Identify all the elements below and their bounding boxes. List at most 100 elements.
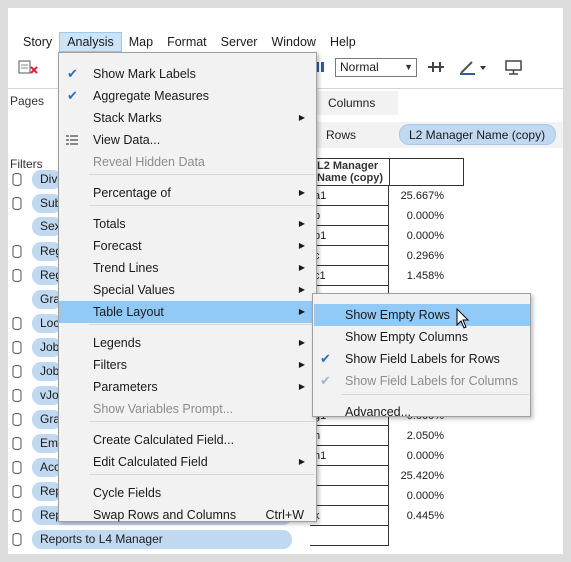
- submenu-arrow-icon: ▶: [298, 457, 305, 466]
- menu-item-label: Create Calculated Field...: [93, 433, 235, 447]
- menu-item-label: View Data...: [93, 133, 161, 147]
- menu-item-label: Filters: [93, 358, 128, 372]
- table-row: b 0.000%: [310, 206, 464, 226]
- pages-label: Pages: [10, 94, 45, 108]
- value-cell: [390, 526, 448, 546]
- database-icon: [12, 485, 22, 498]
- submenu-item-show-field-labels-for-rows[interactable]: ✔ Show Field Labels for Rows: [314, 348, 530, 370]
- database-icon: [12, 365, 22, 378]
- row-header-cell[interactable]: h1: [310, 446, 389, 466]
- row-header-cell[interactable]: b: [310, 206, 389, 226]
- checkmark-icon: ✔: [67, 66, 78, 81]
- menu-story[interactable]: Story: [8, 32, 59, 52]
- submenu-item-label: Show Empty Rows: [345, 308, 450, 322]
- menu-separator: [341, 394, 529, 395]
- filter-item[interactable]: Reports to L4 Manager: [8, 530, 298, 550]
- submenu-arrow-icon: ▶: [298, 113, 305, 122]
- filter-pill[interactable]: Reports to L4 Manager: [32, 530, 292, 549]
- menu-help[interactable]: Help: [323, 32, 363, 52]
- pages-shelf[interactable]: [8, 111, 60, 159]
- row-header-cell[interactable]: h: [310, 426, 389, 446]
- menu-item-aggregate-measures[interactable]: ✔ Aggregate Measures: [59, 85, 316, 107]
- menu-separator: [89, 324, 315, 325]
- pin-icon[interactable]: [426, 59, 446, 75]
- database-icon: [12, 245, 22, 258]
- menu-item-parameters[interactable]: Parameters ▶: [59, 376, 316, 398]
- menu-item-label: Cycle Fields: [93, 486, 162, 500]
- menu-item-legends[interactable]: Legends ▶: [59, 332, 316, 354]
- menu-separator: [89, 421, 315, 422]
- menu-separator: [89, 474, 315, 475]
- checkmark-icon: ✔: [320, 351, 331, 366]
- menu-item-show-mark-labels[interactable]: ✔ Show Mark Labels: [59, 63, 316, 85]
- menu-item-edit-calculated-field[interactable]: Edit Calculated Field ▶: [59, 451, 316, 473]
- menu-item-reveal-hidden-data: Reveal Hidden Data: [59, 151, 316, 173]
- row-header-cell[interactable]: k: [310, 506, 389, 526]
- submenu-arrow-icon: ▶: [298, 263, 305, 272]
- menu-item-stack-marks[interactable]: Stack Marks ▶: [59, 107, 316, 129]
- highlighter-icon[interactable]: [458, 59, 488, 75]
- submenu-arrow-icon: ▶: [298, 360, 305, 369]
- menu-window[interactable]: Window: [264, 32, 322, 52]
- menu-format[interactable]: Format: [160, 32, 214, 52]
- table-row: h 2.050%: [310, 426, 464, 446]
- row-header-cell[interactable]: a1: [310, 186, 389, 206]
- table-row: h1 0.000%: [310, 446, 464, 466]
- row-header-cell[interactable]: b1: [310, 226, 389, 246]
- menu-item-create-calculated-field[interactable]: Create Calculated Field...: [59, 429, 316, 451]
- menu-item-cycle-fields[interactable]: Cycle Fields: [59, 482, 316, 504]
- database-icon: [12, 173, 22, 186]
- table-row: 0.000%: [310, 486, 464, 506]
- menu-item-view-data[interactable]: View Data...: [59, 129, 316, 151]
- menu-item-forecast[interactable]: Forecast ▶: [59, 235, 316, 257]
- submenu-item-advanced[interactable]: Advanced...: [314, 401, 530, 423]
- table-row: k 0.445%: [310, 506, 464, 526]
- filters-label: Filters: [10, 157, 43, 171]
- menu-item-trend-lines[interactable]: Trend Lines ▶: [59, 257, 316, 279]
- clear-sheet-icon[interactable]: [18, 59, 40, 75]
- value-cell: 0.000%: [406, 210, 444, 222]
- submenu-item-show-empty-columns[interactable]: Show Empty Columns: [314, 326, 530, 348]
- menu-item-label: Trend Lines: [93, 261, 159, 275]
- table-row: 25.420%: [310, 466, 464, 486]
- table-row: c 0.296%: [310, 246, 464, 266]
- row-header-cell[interactable]: [310, 526, 389, 546]
- submenu-item-label: Show Empty Columns: [345, 330, 468, 344]
- menu-server[interactable]: Server: [214, 32, 265, 52]
- value-cell: 0.445%: [406, 510, 444, 522]
- menu-item-swap-rows-and-columns[interactable]: Swap Rows and Columns Ctrl+W: [59, 504, 316, 526]
- submenu-item-show-empty-rows[interactable]: Show Empty Rows: [314, 304, 530, 326]
- row-header-cell[interactable]: c1: [310, 266, 389, 286]
- database-icon: [12, 389, 22, 402]
- database-icon: [12, 269, 22, 282]
- rows-pill[interactable]: L2 Manager Name (copy): [399, 124, 556, 145]
- header-line-1: L2 Manager: [317, 160, 379, 172]
- row-header-cell[interactable]: c: [310, 246, 389, 266]
- menu-item-table-layout[interactable]: Table Layout ▶: [59, 301, 316, 323]
- submenu-arrow-icon: ▶: [298, 307, 305, 316]
- submenu-item-show-field-labels-for-columns: ✔ Show Field Labels for Columns: [314, 370, 530, 392]
- database-icon: [12, 317, 22, 330]
- menu-analysis[interactable]: Analysis: [59, 32, 122, 52]
- presentation-icon[interactable]: [504, 59, 524, 75]
- rows-label: Rows: [326, 128, 357, 142]
- menu-item-percentage-of[interactable]: Percentage of ▶: [59, 182, 316, 204]
- tableau-window: Story Analysis Map Format Server Window …: [8, 8, 563, 554]
- menu-item-totals[interactable]: Totals ▶: [59, 213, 316, 235]
- table-header-label[interactable]: L2 Manager Name (copy): [317, 160, 383, 184]
- value-cell: 0.000%: [406, 490, 444, 502]
- menu-item-label: Aggregate Measures: [93, 89, 210, 103]
- menu-item-label: Totals: [93, 217, 126, 231]
- row-header-cell[interactable]: [310, 466, 389, 486]
- menu-item-special-values[interactable]: Special Values ▶: [59, 279, 316, 301]
- size-select[interactable]: Normal ▼: [335, 58, 417, 77]
- menu-item-label: Stack Marks: [93, 111, 162, 125]
- value-cell: 0.296%: [406, 250, 444, 262]
- submenu-item-label: Show Field Labels for Rows: [345, 352, 500, 366]
- menu-map[interactable]: Map: [122, 32, 160, 52]
- database-icon: [12, 509, 22, 522]
- row-header-cell[interactable]: [310, 486, 389, 506]
- value-cell: 25.420%: [400, 470, 444, 482]
- table-layout-submenu: Show Empty Rows Show Empty Columns ✔ Show F…: [312, 293, 531, 419]
- menu-item-filters[interactable]: Filters ▶: [59, 354, 316, 376]
